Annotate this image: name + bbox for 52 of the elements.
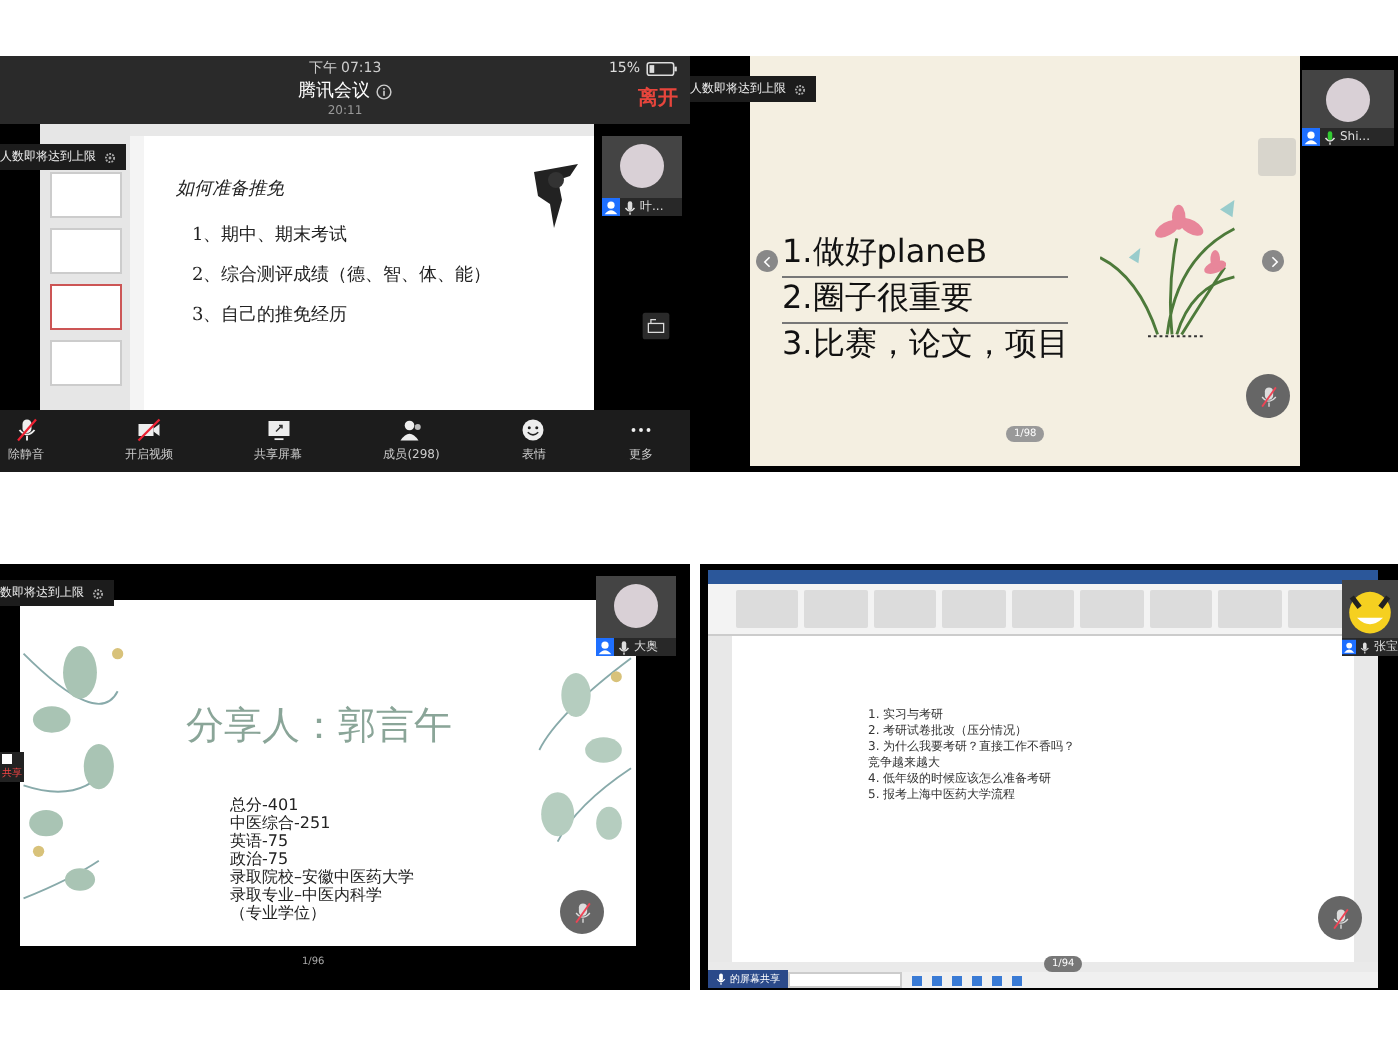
next-slide-button[interactable] bbox=[1262, 250, 1284, 272]
slide-list-item: 2、综合测评成绩（德、智、体、能） bbox=[192, 263, 494, 288]
slide-text-line: 总分-401 bbox=[230, 796, 301, 814]
previous-slide-button[interactable] bbox=[756, 250, 778, 272]
slide-text-line: 英语-75 bbox=[230, 832, 291, 850]
muted-microphone-icon bbox=[571, 901, 593, 923]
microphone-icon bbox=[618, 639, 630, 655]
muted-microphone-icon bbox=[13, 418, 39, 442]
members-icon bbox=[398, 418, 425, 442]
video-off-icon bbox=[136, 418, 163, 442]
avatar bbox=[614, 584, 658, 628]
microphone-icon bbox=[1324, 129, 1336, 145]
gear-icon[interactable] bbox=[92, 587, 104, 599]
slide-thumbnail[interactable] bbox=[50, 228, 122, 274]
slide-text-line: 中医综合-251 bbox=[230, 814, 333, 832]
person-icon bbox=[1302, 128, 1320, 146]
chevron-left-icon bbox=[759, 253, 775, 269]
screen-share-icon bbox=[265, 418, 292, 442]
info-icon[interactable] bbox=[376, 83, 392, 99]
muted-microphone-icon bbox=[1257, 385, 1279, 407]
slide-title: 分享人：郭言午 bbox=[186, 702, 452, 752]
microphone-icon bbox=[1360, 639, 1370, 655]
gear-icon[interactable] bbox=[794, 83, 806, 95]
slide-thumbnail[interactable] bbox=[50, 284, 122, 330]
slide-list-item: 1.做好planeB bbox=[782, 232, 1069, 278]
slide-text-line: 录取专业–中医内科学 bbox=[230, 886, 384, 904]
person-icon bbox=[602, 198, 620, 216]
leave-button[interactable]: 离开 bbox=[638, 84, 678, 112]
slide-list-item: 2.圈子很重要 bbox=[782, 278, 1069, 324]
microphone-icon bbox=[716, 972, 726, 986]
slide-title: 如何准备推免 bbox=[176, 177, 286, 202]
slide-thumbnail[interactable] bbox=[50, 172, 122, 218]
slide-text-line: 政治-75 bbox=[230, 850, 291, 868]
mute-button[interactable] bbox=[1246, 374, 1290, 418]
slide-thumbnail[interactable] bbox=[50, 340, 122, 386]
slide-list-item: 1、期中、期末考试 bbox=[192, 223, 350, 248]
slide-text-line: （专业学位） bbox=[230, 904, 328, 922]
slide-text-line: 录取院校–安徽中医药大学 bbox=[230, 868, 414, 886]
smiley-icon bbox=[520, 418, 547, 442]
rotate-screen-icon[interactable] bbox=[642, 312, 670, 340]
stop-icon bbox=[2, 754, 12, 764]
window-title: 腾讯会议 bbox=[298, 79, 370, 104]
avatar bbox=[1326, 78, 1370, 122]
battery-icon bbox=[646, 61, 678, 75]
muted-microphone-icon bbox=[1329, 907, 1351, 929]
slide-list-item: 3.比赛，论文，项目 bbox=[782, 324, 1069, 366]
microphone-icon bbox=[624, 199, 636, 215]
slide-list-item: 3、自己的推免经历 bbox=[192, 303, 350, 328]
gear-icon[interactable] bbox=[104, 151, 116, 163]
avatar bbox=[620, 144, 664, 188]
person-icon bbox=[596, 638, 614, 656]
mute-button[interactable] bbox=[560, 890, 604, 934]
